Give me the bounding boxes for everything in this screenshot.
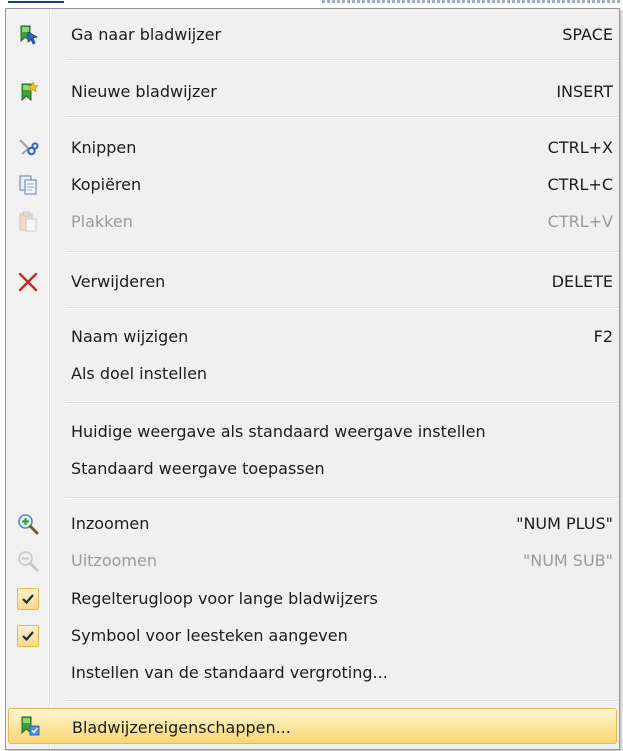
paste-icon [8, 203, 48, 240]
new-bookmark-icon [8, 73, 48, 110]
menu-item-shortcut: SPACE [562, 25, 613, 44]
menu-item-label: Kopiëren [71, 175, 142, 194]
menu-item-label: Huidige weergave als standaard weergave … [71, 422, 486, 441]
checkmark-icon [17, 587, 39, 610]
menu-item-label: Plakken [71, 212, 133, 231]
bookmark-properties-icon [9, 708, 49, 745]
delete-x-icon [8, 263, 48, 300]
menu-item-shortcut: F2 [593, 327, 613, 346]
menu-item-bookmark-properties[interactable]: Bladwijzereigenschappen... [8, 708, 617, 744]
menu-item-label: Instellen van de standaard vergroting... [71, 663, 388, 682]
background-text-fragment [322, 0, 622, 3]
menu-item-label: Uitzoomen [71, 551, 157, 570]
menu-item-label: Verwijderen [71, 272, 166, 291]
zoom-in-icon [8, 505, 48, 542]
menu-item-shortcut: CTRL+X [547, 138, 613, 157]
menu-item-set-default-zoom[interactable]: Instellen van de standaard vergroting... [8, 654, 617, 691]
menu-separator [66, 251, 619, 253]
menu-item-label: Symbool voor leesteken aangeven [71, 626, 348, 645]
menu-separator [66, 59, 619, 61]
menu-item-goto-bookmark[interactable]: Ga naar bladwijzer SPACE [8, 16, 617, 53]
menu-item-label: Inzoomen [71, 514, 150, 533]
menu-item-zoom-out[interactable]: Uitzoomen "NUM SUB" [8, 542, 617, 579]
menu-item-label: Naam wijzigen [71, 327, 189, 346]
menu-separator [66, 307, 619, 309]
menu-item-shortcut: DELETE [551, 272, 613, 291]
menu-item-show-punctuation-symbol[interactable]: Symbool voor leesteken aangeven [8, 617, 617, 654]
copy-icon [8, 166, 48, 203]
menu-item-label: Standaard weergave toepassen [71, 459, 325, 478]
menu-item-label: Ga naar bladwijzer [71, 25, 222, 44]
menu-item-label: Regelterugloop voor lange bladwijzers [71, 589, 378, 608]
menu-item-cut[interactable]: Knippen CTRL+X [8, 129, 617, 166]
scissors-icon [8, 129, 48, 166]
menu-item-shortcut: "NUM SUB" [522, 551, 613, 570]
background-title-line [8, 1, 64, 3]
goto-bookmark-icon [8, 16, 48, 53]
menu-item-rename[interactable]: Naam wijzigen F2 [8, 318, 617, 355]
menu-item-set-as-target[interactable]: Als doel instellen [8, 355, 617, 392]
menu-item-set-current-view-default[interactable]: Huidige weergave als standaard weergave … [8, 413, 617, 450]
menu-item-word-wrap-long-bookmarks[interactable]: Regelterugloop voor lange bladwijzers [8, 580, 617, 617]
menu-item-shortcut: CTRL+V [547, 212, 613, 231]
menu-item-label: Knippen [71, 138, 137, 157]
checkmark-icon [17, 624, 39, 647]
menu-item-label: Nieuwe bladwijzer [71, 82, 217, 101]
menu-item-shortcut: INSERT [556, 82, 613, 101]
menu-item-label: Als doel instellen [71, 364, 208, 383]
menu-item-shortcut: "NUM PLUS" [516, 514, 613, 533]
zoom-out-icon [8, 542, 48, 579]
menu-item-apply-default-view[interactable]: Standaard weergave toepassen [8, 450, 617, 487]
menu-separator [66, 402, 619, 404]
menu-item-new-bookmark[interactable]: Nieuwe bladwijzer INSERT [8, 73, 617, 110]
menu-item-shortcut: CTRL+C [547, 175, 613, 194]
background-window-strip [0, 0, 623, 8]
menu-separator [66, 116, 619, 118]
menu-item-zoom-in[interactable]: Inzoomen "NUM PLUS" [8, 505, 617, 542]
menu-separator [66, 700, 619, 702]
menu-item-paste[interactable]: Plakken CTRL+V [8, 203, 617, 240]
context-menu: Ga naar bladwijzer SPACE Nieuwe bladwijz… [5, 8, 620, 750]
menu-item-delete[interactable]: Verwijderen DELETE [8, 263, 617, 300]
menu-separator [66, 497, 619, 499]
menu-item-copy[interactable]: Kopiëren CTRL+C [8, 166, 617, 203]
menu-item-label: Bladwijzereigenschappen... [72, 718, 291, 737]
